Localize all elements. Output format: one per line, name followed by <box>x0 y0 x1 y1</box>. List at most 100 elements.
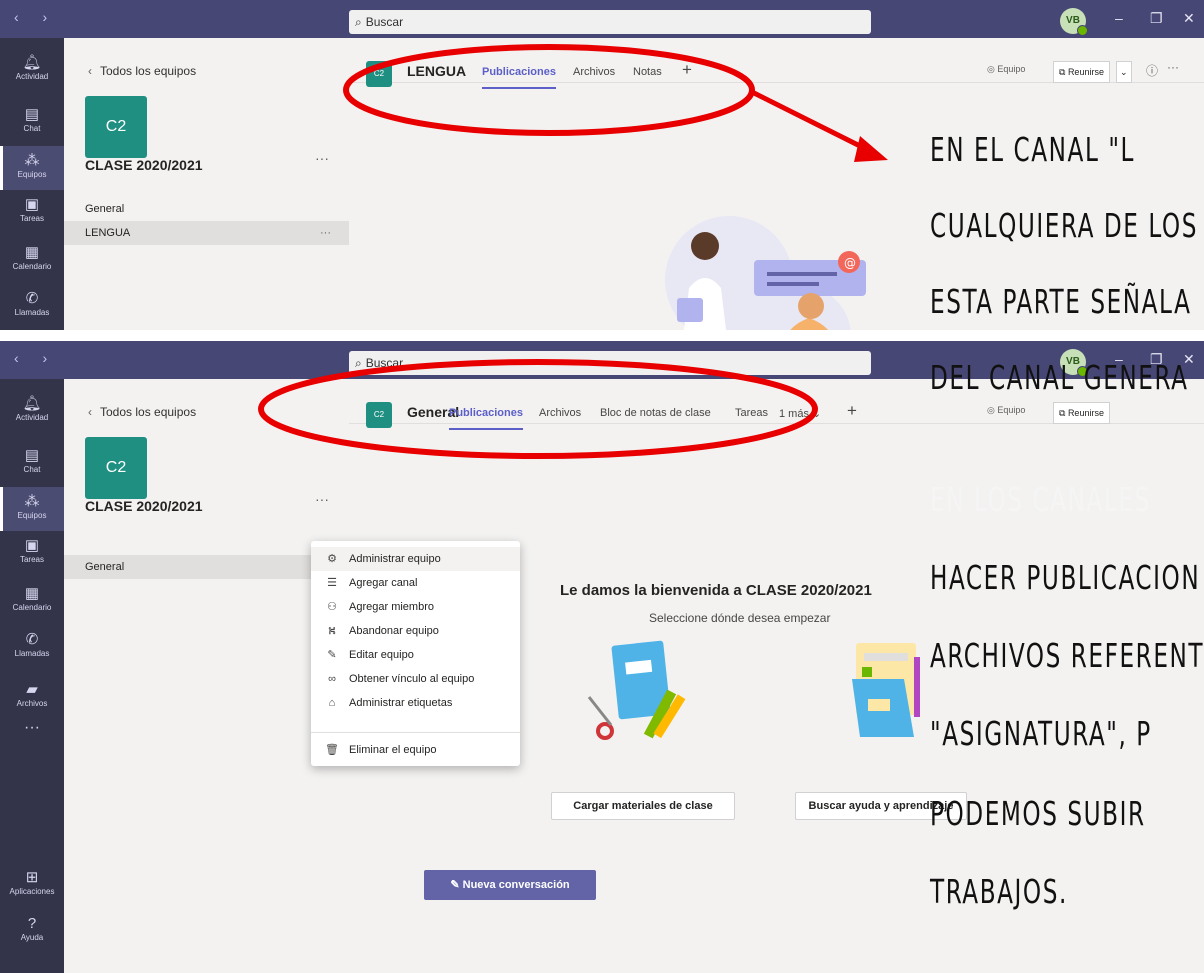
team-more-options-icon[interactable]: ··· <box>315 150 329 166</box>
avatar[interactable]: VB <box>1060 8 1088 36</box>
app-rail: 🔔︎ Actividad ▤ Chat ⁂ Equipos ▣ Tareas ▦ Cale… <box>0 379 64 973</box>
camera-icon: ⧉ <box>1059 67 1068 77</box>
rail-activity[interactable]: 🔔︎ Actividad <box>0 48 64 92</box>
rail-assignments[interactable]: ▣ Tareas <box>0 531 64 575</box>
menu-item-manage-tags[interactable]: ⌂ Administrar etiquetas <box>311 691 520 715</box>
rail-label: Tareas <box>19 214 44 223</box>
info-icon[interactable]: ⓘ <box>1146 62 1158 79</box>
phone-icon: ✆ <box>25 290 39 307</box>
help-icon: ? <box>27 915 37 932</box>
team-avatar-tile: C2 <box>85 96 147 158</box>
rail-teams[interactable]: ⁂ Equipos <box>0 146 64 190</box>
channel-title: LENGUA <box>407 63 467 79</box>
team-visibility-label: Equipo <box>997 64 1026 74</box>
all-teams-link[interactable]: ‹ Todos los equipos <box>88 405 196 419</box>
meet-button[interactable]: ⧉ Reunirse <box>1053 61 1110 83</box>
history-arrows-icon[interactable]: ‹ › <box>14 9 57 25</box>
tab-publicaciones[interactable]: Publicaciones <box>482 66 556 89</box>
rail-calendar[interactable]: ▦ Calendario <box>0 238 64 282</box>
rail-help[interactable]: ? Ayuda <box>0 909 64 953</box>
menu-item-get-link[interactable]: ∞ Obtener vínculo al equipo <box>311 667 520 691</box>
all-teams-label: Todos los equipos <box>100 405 197 419</box>
bell-icon: 🔔︎ <box>22 54 42 71</box>
channel-item-general[interactable]: General <box>64 197 349 221</box>
avatar[interactable]: VB <box>1060 349 1088 377</box>
rail-more-apps-icon[interactable]: ··· <box>0 719 64 763</box>
rail-assignments[interactable]: ▣ Tareas <box>0 190 64 234</box>
presence-available-icon <box>1077 25 1088 36</box>
teams-icon: ⁂ <box>24 152 40 169</box>
team-name: CLASE 2020/2021 <box>85 498 203 514</box>
bell-icon: 🔔︎ <box>22 395 42 412</box>
teams-icon: ⁂ <box>24 493 40 510</box>
menu-item-add-member[interactable]: ⚇ Agregar miembro <box>311 595 520 619</box>
bottom-teams-window: ‹ › ⌕ Buscar VB – ❐ ✕ 🔔︎ Actividad ▤ Chat ⁂… <box>0 341 1204 973</box>
rail-calls[interactable]: ✆ Llamadas <box>0 625 64 669</box>
close-icon[interactable]: ✕ <box>1183 351 1195 368</box>
rail-apps[interactable]: ⊞ Aplicaciones <box>0 863 64 907</box>
find-help-button[interactable]: Buscar ayuda y aprendizaje <box>795 792 967 820</box>
help-learning-illustration <box>852 643 920 737</box>
menu-item-label: Editar equipo <box>349 649 414 661</box>
new-conversation-button[interactable]: ✎ Nueva conversación <box>424 870 596 900</box>
rail-calendar[interactable]: ▦ Calendario <box>0 579 64 623</box>
minimize-icon[interactable]: – <box>1115 10 1123 26</box>
add-tab-icon[interactable]: + <box>847 401 857 421</box>
tab-publicaciones[interactable]: Publicaciones <box>449 407 523 430</box>
phone-icon: ✆ <box>25 631 39 648</box>
restore-icon[interactable]: ❐ <box>1150 351 1163 368</box>
rail-files[interactable]: ▰ Archivos <box>0 675 64 719</box>
rail-calls[interactable]: ✆ Llamadas <box>0 284 64 328</box>
rail-label: Archivos <box>16 699 48 708</box>
menu-item-leave-team[interactable]: ⛕ Abandonar equipo <box>311 619 520 643</box>
restore-icon[interactable]: ❐ <box>1150 10 1163 27</box>
rail-activity[interactable]: 🔔︎ Actividad <box>0 389 64 433</box>
chevron-down-icon: ⌄ <box>808 408 822 420</box>
tag-icon: ⌂ <box>328 697 336 709</box>
tab-notas[interactable]: Notas <box>633 66 662 78</box>
channel-item-lengua[interactable]: LENGUA ··· <box>64 221 349 245</box>
menu-item-add-channel[interactable]: ☰ Agregar canal <box>311 571 520 595</box>
meet-button[interactable]: ⧉ Reunirse <box>1053 402 1110 424</box>
team-visibility[interactable]: ◎ Equipo <box>987 405 1025 416</box>
tab-bloc-de-notas[interactable]: Bloc de notas de clase <box>600 407 711 419</box>
history-arrows-icon[interactable]: ‹ › <box>14 350 57 366</box>
gear-icon: ⚙ <box>327 553 337 565</box>
close-icon[interactable]: ✕ <box>1183 10 1195 27</box>
tab-archivos[interactable]: Archivos <box>573 66 615 78</box>
leave-icon: ⛕ <box>327 625 337 637</box>
chevron-left-icon: ‹ <box>88 64 92 78</box>
rail-chat[interactable]: ▤ Chat <box>0 100 64 144</box>
channel-more-options-icon[interactable]: ··· <box>320 221 331 245</box>
trash-icon: 🗑︎ <box>325 744 339 756</box>
menu-item-delete-team[interactable]: 🗑︎ Eliminar el equipo <box>311 738 520 762</box>
search-input[interactable]: ⌕ Buscar <box>349 10 871 34</box>
channel-item-general[interactable]: General <box>64 555 349 579</box>
minimize-icon[interactable]: – <box>1115 351 1123 367</box>
team-panel: ‹ Todos los equipos C2 CLASE 2020/2021 ··… <box>64 379 349 973</box>
tab-more-tabs[interactable]: 1 más ⌄ <box>779 407 821 420</box>
channel-label: General <box>85 561 125 573</box>
tab-archivos[interactable]: Archivos <box>539 407 581 419</box>
team-more-options-icon[interactable]: ··· <box>315 491 329 507</box>
channel-icon: ☰ <box>327 577 337 589</box>
team-visibility[interactable]: ◎ Equipo <box>987 64 1025 75</box>
more-tabs-label: 1 más <box>779 408 809 420</box>
add-tab-icon[interactable]: + <box>682 60 692 80</box>
all-teams-link[interactable]: ‹ Todos los equipos <box>88 64 196 78</box>
upload-class-materials-button[interactable]: Cargar materiales de clase <box>551 792 735 820</box>
chat-icon: ▤ <box>24 106 40 123</box>
more-options-icon[interactable]: ··· <box>1167 60 1179 74</box>
team-options-menu: ⚙ Administrar equipo ☰ Agregar canal ⚇ Agre… <box>311 541 520 766</box>
menu-item-manage-team[interactable]: ⚙ Administrar equipo <box>311 547 520 571</box>
avatar-initials: VB <box>1066 356 1080 367</box>
menu-item-edit-team[interactable]: ✎ Editar equipo <box>311 643 520 667</box>
meet-dropdown-icon[interactable]: ⌄ <box>1116 61 1132 83</box>
rail-chat[interactable]: ▤ Chat <box>0 441 64 485</box>
tab-tareas[interactable]: Tareas <box>735 407 768 419</box>
channel-team-tile: C2 <box>366 61 392 87</box>
search-input[interactable]: ⌕ Buscar <box>349 351 871 375</box>
rail-label: Chat <box>23 465 41 474</box>
rail-label: Chat <box>23 124 41 133</box>
rail-teams[interactable]: ⁂ Equipos <box>0 487 64 531</box>
